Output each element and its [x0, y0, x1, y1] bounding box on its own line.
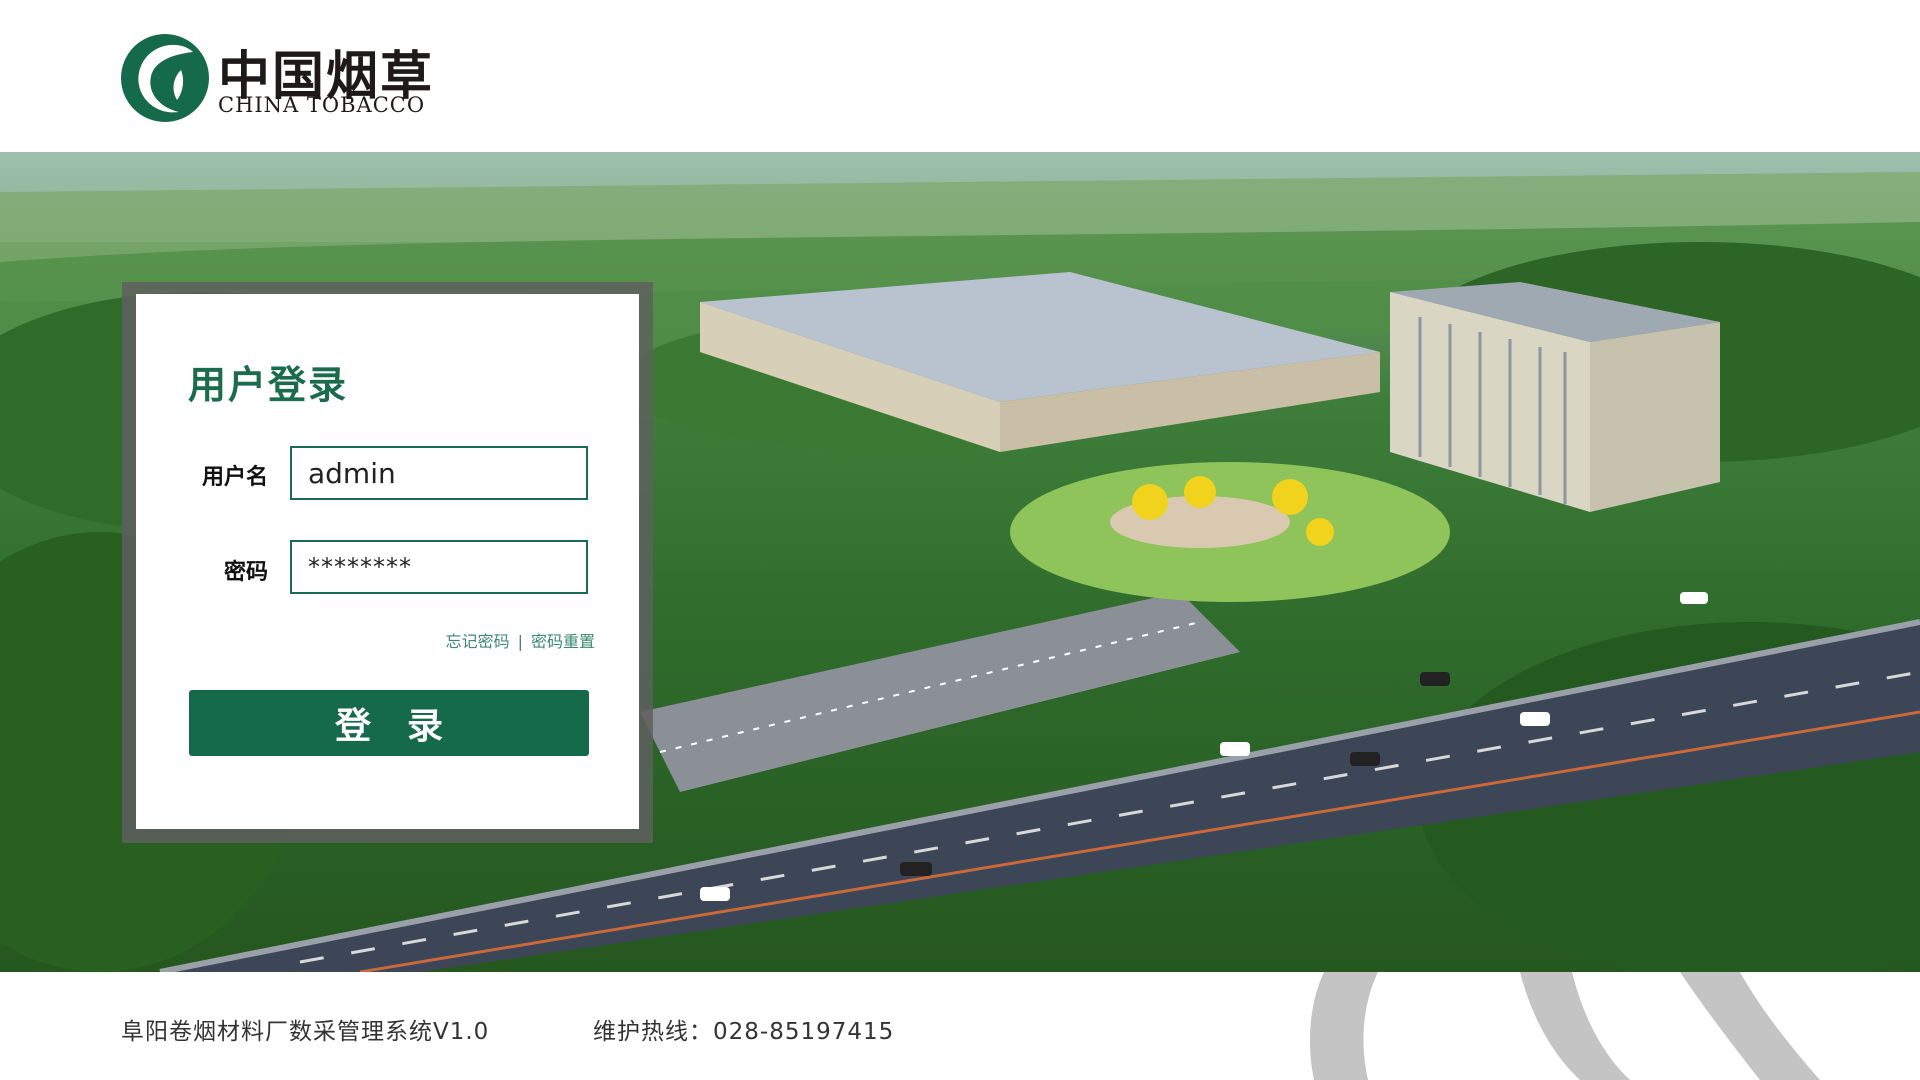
reset-password-link[interactable]: 密码重置 [531, 632, 595, 651]
brand-name-en: CHINA TOBACCO [218, 93, 426, 117]
decorative-leaf-stripes [1309, 972, 1820, 1080]
login-button[interactable]: 登录 [189, 690, 589, 756]
link-separator: | [517, 632, 523, 651]
username-label: 用户名 [201, 465, 268, 490]
header: 中国烟草 CHINA TOBACCO [0, 0, 1920, 152]
china-tobacco-logo-icon [121, 34, 209, 122]
forgot-password-link[interactable]: 忘记密码 [446, 632, 510, 651]
login-card: 用户登录 用户名 密码 忘记密码 | 密码重置 登录 [136, 294, 639, 829]
password-label: 密码 [223, 560, 268, 585]
username-input[interactable] [290, 446, 588, 500]
system-name: 阜阳卷烟材料厂数采管理系统V1.0 [121, 1019, 490, 1045]
password-input[interactable] [290, 540, 588, 594]
hotline-text: 维护热线：028-85197415 [593, 1019, 895, 1045]
footer: 阜阳卷烟材料厂数采管理系统V1.0 维护热线：028-85197415 [0, 972, 1920, 1080]
password-links: 忘记密码 | 密码重置 [446, 628, 595, 652]
login-title: 用户登录 [188, 363, 349, 407]
